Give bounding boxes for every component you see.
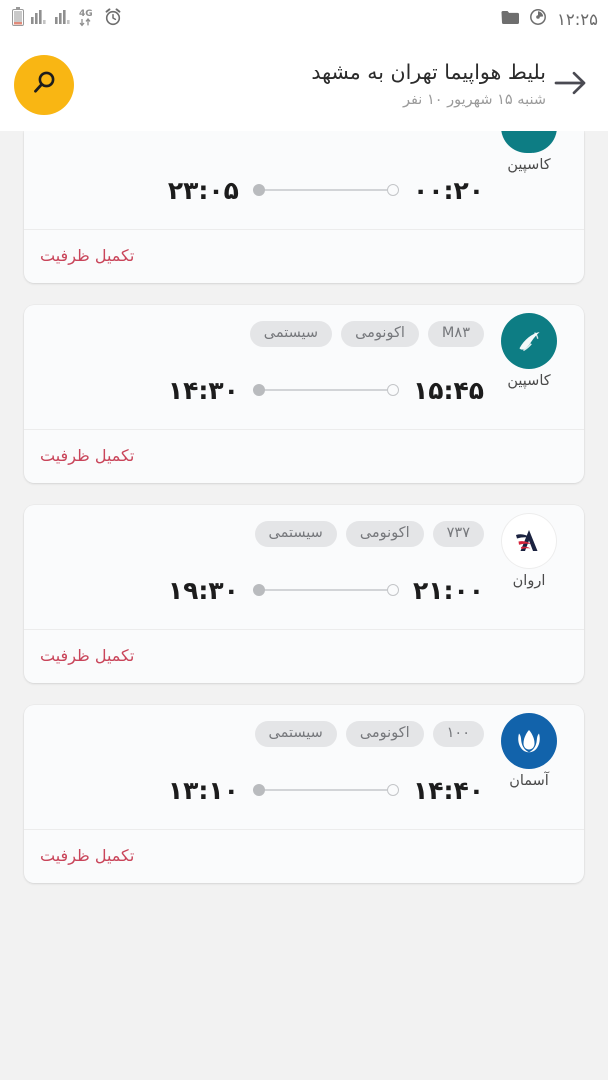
flight-card-body: کاسپین ۰۰:۲۰ ۲۳:۰۵ bbox=[24, 131, 584, 229]
aircraft-tag: ۷۳۷ bbox=[432, 521, 484, 547]
route-connector bbox=[264, 189, 387, 191]
status-bar: 4G ۱۲:۲۵ bbox=[0, 0, 608, 38]
flight-times: ۲۱:۰۰ ۱۹:۳۰ bbox=[40, 576, 568, 605]
flight-card-footer: تکمیل ظرفیت bbox=[24, 429, 584, 483]
flight-card-footer: تکمیل ظرفیت bbox=[24, 229, 584, 283]
route-connector bbox=[264, 789, 387, 791]
aircraft-tag: M۸۳ bbox=[427, 321, 484, 347]
page-subtitle: شنبه ۱۵ شهریور ۱۰ نفر bbox=[402, 92, 546, 109]
flight-card-footer: تکمیل ظرفیت bbox=[24, 629, 584, 683]
flight-card[interactable]: ۱۰۰ اکونومی سیستمی آسمان ۱۴:۴۰ ۱۳:۱۰ تکم… bbox=[24, 705, 584, 883]
aseman-logo bbox=[501, 713, 557, 769]
flight-card[interactable]: ۷۳۷ اکونومی سیستمی اروان ۲۱:۰۰ ۱۹:۳۰ تکم… bbox=[24, 505, 584, 683]
flight-tags: ۱۰۰ اکونومی سیستمی bbox=[40, 719, 568, 749]
status-badge: تکمیل ظرفیت bbox=[40, 646, 135, 665]
flight-times: ۱۵:۴۵ ۱۴:۳۰ bbox=[40, 376, 568, 405]
status-badge: تکمیل ظرفیت bbox=[40, 446, 135, 465]
search-icon bbox=[29, 68, 59, 101]
caspian-logo bbox=[501, 131, 557, 153]
page-title: بلیط هواپیما تهران به مشهد bbox=[311, 59, 546, 84]
arvan-logo bbox=[501, 513, 557, 569]
flight-route-row: آسمان ۱۴:۴۰ ۱۳:۱۰ bbox=[40, 713, 568, 819]
route-origin-dot bbox=[386, 184, 399, 196]
flight-tags: ۷۳۷ اکونومی سیستمی bbox=[40, 519, 568, 549]
4g-data-icon: 4G bbox=[79, 7, 97, 31]
arrival-time: ۱۵:۴۵ bbox=[412, 375, 484, 405]
flight-card-body: ۱۰۰ اکونومی سیستمی آسمان ۱۴:۴۰ ۱۳:۱۰ bbox=[24, 705, 584, 829]
back-button[interactable] bbox=[546, 62, 592, 108]
folder-icon bbox=[501, 10, 519, 29]
signal-bars-icon bbox=[55, 8, 72, 30]
class-tag: اکونومی bbox=[345, 721, 424, 747]
battery-icon bbox=[12, 7, 24, 31]
airline-block: کاسپین bbox=[490, 313, 568, 389]
status-badge: تکمیل ظرفیت bbox=[40, 846, 135, 865]
app-bar-titles: بلیط هواپیما تهران به مشهد شنبه ۱۵ شهریو… bbox=[74, 59, 546, 111]
route-origin-dot bbox=[386, 584, 399, 596]
arrival-time: ۲۱:۰۰ bbox=[412, 575, 484, 605]
airline-block: کاسپین bbox=[490, 131, 568, 173]
route-line bbox=[252, 184, 399, 196]
aircraft-tag: ۱۰۰ bbox=[432, 721, 484, 747]
signal-bars-icon bbox=[31, 8, 48, 30]
flight-times: ۱۴:۴۰ ۱۳:۱۰ bbox=[40, 776, 568, 805]
route-origin-dot bbox=[386, 784, 399, 796]
flight-card-body: ۷۳۷ اکونومی سیستمی اروان ۲۱:۰۰ ۱۹:۳۰ bbox=[24, 505, 584, 629]
status-bar-right: ۱۲:۲۵ bbox=[501, 8, 598, 30]
route-origin-dot bbox=[386, 384, 399, 396]
departure-time: ۱۹:۳۰ bbox=[167, 575, 239, 605]
flight-route-row: کاسپین ۱۵:۴۵ ۱۴:۳۰ bbox=[40, 313, 568, 419]
route-line bbox=[252, 384, 399, 396]
flight-list: کاسپین ۰۰:۲۰ ۲۳:۰۵ تکمیل ظرفیت M۸۳ اکونو… bbox=[0, 131, 608, 883]
arrival-time: ۱۴:۴۰ bbox=[412, 775, 484, 805]
departure-time: ۱۴:۳۰ bbox=[167, 375, 239, 405]
route-line bbox=[252, 584, 399, 596]
arrow-back-icon bbox=[551, 70, 587, 99]
route-connector bbox=[264, 589, 387, 591]
booking-type-tag: سیستمی bbox=[254, 521, 337, 547]
flight-route-row: کاسپین ۰۰:۲۰ ۲۳:۰۵ bbox=[40, 131, 568, 219]
airline-name: اروان bbox=[512, 573, 546, 589]
route-destination-dot bbox=[252, 184, 265, 196]
flight-times: ۰۰:۲۰ ۲۳:۰۵ bbox=[40, 176, 568, 205]
flight-card-footer: تکمیل ظرفیت bbox=[24, 829, 584, 883]
booking-type-tag: سیستمی bbox=[249, 321, 333, 347]
svg-text:4G: 4G bbox=[79, 9, 93, 19]
caspian-logo bbox=[501, 313, 557, 369]
flight-card-body: M۸۳ اکونومی سیستمی کاسپین ۱۵:۴۵ ۱۴:۳۰ bbox=[24, 305, 584, 429]
flight-card[interactable]: M۸۳ اکونومی سیستمی کاسپین ۱۵:۴۵ ۱۴:۳۰ تک… bbox=[24, 305, 584, 483]
airline-block: اروان bbox=[490, 513, 568, 589]
alarm-clock-icon bbox=[104, 8, 122, 30]
flight-route-row: اروان ۲۱:۰۰ ۱۹:۳۰ bbox=[40, 513, 568, 619]
status-bar-left: 4G bbox=[12, 7, 122, 31]
route-line bbox=[252, 784, 399, 796]
booking-type-tag: سیستمی bbox=[254, 721, 337, 747]
departure-time: ۲۳:۰۵ bbox=[167, 175, 239, 205]
departure-time: ۱۳:۱۰ bbox=[167, 775, 239, 805]
route-destination-dot bbox=[252, 584, 265, 596]
airline-name: کاسپین bbox=[507, 373, 551, 389]
search-button[interactable] bbox=[14, 54, 74, 115]
airline-block: آسمان bbox=[490, 713, 568, 789]
flight-card[interactable]: کاسپین ۰۰:۲۰ ۲۳:۰۵ تکمیل ظرفیت bbox=[24, 131, 584, 283]
flight-tags: M۸۳ اکونومی سیستمی bbox=[40, 319, 568, 349]
route-connector bbox=[264, 389, 387, 391]
screen-record-icon bbox=[529, 8, 547, 30]
arrival-time: ۰۰:۲۰ bbox=[412, 175, 484, 205]
route-destination-dot bbox=[252, 384, 265, 396]
status-bar-clock: ۱۲:۲۵ bbox=[556, 9, 598, 29]
class-tag: اکونومی bbox=[345, 521, 424, 547]
app-bar: بلیط هواپیما تهران به مشهد شنبه ۱۵ شهریو… bbox=[0, 38, 608, 131]
class-tag: اکونومی bbox=[341, 321, 419, 347]
airline-name: کاسپین bbox=[507, 157, 551, 173]
airline-name: آسمان bbox=[509, 773, 549, 789]
status-badge: تکمیل ظرفیت bbox=[40, 246, 135, 265]
route-destination-dot bbox=[252, 784, 265, 796]
